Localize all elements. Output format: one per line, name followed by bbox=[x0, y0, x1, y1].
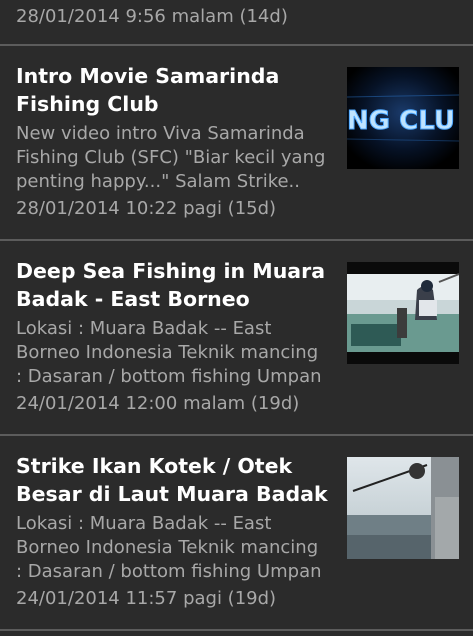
item-date: 24/01/2014 11:57 pagi (19d) bbox=[16, 588, 277, 609]
video-feed-list: 28/01/2014 9:56 malam (14d) Intro Movie … bbox=[0, 0, 473, 636]
item-description: New video intro Viva Samarinda Fishing C… bbox=[16, 123, 326, 192]
list-divider bbox=[0, 44, 473, 46]
thumbnail-image bbox=[347, 457, 459, 559]
item-description: Lokasi : Muara Badak -- East Borneo Indo… bbox=[16, 513, 322, 582]
list-divider bbox=[0, 629, 473, 631]
list-divider bbox=[0, 434, 473, 436]
list-item[interactable]: Strike Ikan Kotek / Otek Besar di Laut M… bbox=[0, 452, 473, 628]
video-thumbnail[interactable] bbox=[347, 457, 459, 559]
top-item-date: 28/01/2014 9:56 malam (14d) bbox=[16, 6, 288, 27]
item-title: Intro Movie Samarinda Fishing Club bbox=[16, 64, 280, 116]
thumbnail-image: NG CLU bbox=[347, 67, 459, 169]
item-description: Lokasi : Muara Badak -- East Borneo Indo… bbox=[16, 318, 322, 387]
video-thumbnail[interactable]: NG CLU bbox=[347, 67, 459, 169]
video-thumbnail[interactable] bbox=[347, 262, 459, 364]
list-item[interactable]: Intro Movie Samarinda Fishing Club New v… bbox=[0, 62, 473, 238]
list-divider bbox=[0, 239, 473, 241]
item-date: 24/01/2014 12:00 malam (19d) bbox=[16, 393, 300, 414]
item-title: Strike Ikan Kotek / Otek Besar di Laut M… bbox=[16, 454, 328, 506]
item-date: 28/01/2014 10:22 pagi (15d) bbox=[16, 198, 277, 219]
thumbnail-logo-text: NG CLU bbox=[347, 106, 455, 136]
item-title: Deep Sea Fishing in Muara Badak - East B… bbox=[16, 259, 326, 311]
thumbnail-image bbox=[347, 262, 459, 364]
list-item[interactable]: Deep Sea Fishing in Muara Badak - East B… bbox=[0, 257, 473, 433]
